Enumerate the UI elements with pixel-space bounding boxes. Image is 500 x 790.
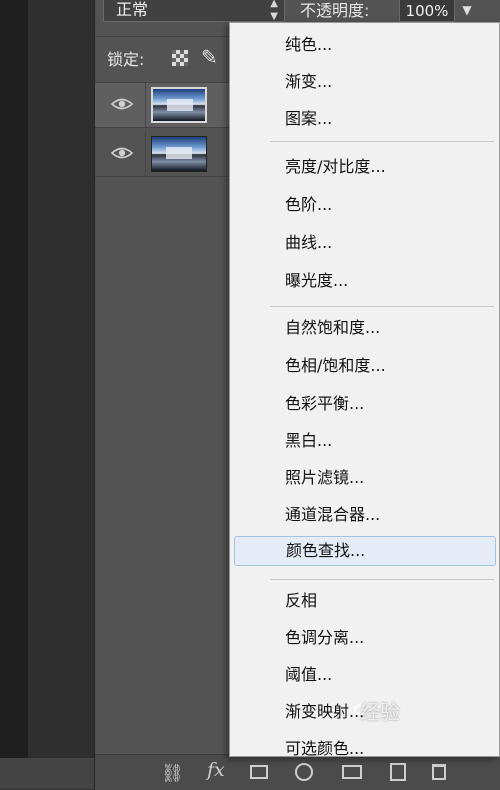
layer-thumbnail[interactable] xyxy=(151,87,207,123)
menu-item-solid-color[interactable]: 纯色... xyxy=(230,30,499,60)
trash-icon[interactable] xyxy=(432,764,446,780)
adjustment-menu: 纯色... 渐变... 图案... 亮度/对比度... 色阶... 曲线... … xyxy=(229,22,500,758)
menu-item-vibrance[interactable]: 自然饱和度... xyxy=(230,313,499,343)
opacity-label: 不透明度: xyxy=(300,1,370,20)
adjustment-layer-icon[interactable] xyxy=(295,763,313,781)
menu-item-photo-filter[interactable]: 照片滤镜... xyxy=(230,463,499,493)
add-mask-icon[interactable] xyxy=(250,765,268,779)
new-group-icon[interactable] xyxy=(342,765,362,779)
menu-item-pattern[interactable]: 图案... xyxy=(230,104,499,134)
menu-item-channel-mixer[interactable]: 通道混合器... xyxy=(230,500,499,530)
opacity-input[interactable]: 100% xyxy=(399,0,455,22)
eye-icon[interactable] xyxy=(111,95,133,113)
menu-item-black-white[interactable]: 黑白... xyxy=(230,426,499,456)
blend-mode-select[interactable]: 正常 ▲ ▼ xyxy=(103,0,285,22)
link-layers-icon[interactable]: ⛓ xyxy=(161,763,184,784)
menu-divider xyxy=(270,306,494,307)
layer-separator xyxy=(145,132,146,176)
lock-image-pixels-icon[interactable]: ✎ xyxy=(201,45,218,69)
menu-item-levels[interactable]: 色阶... xyxy=(230,190,499,220)
menu-item-color-balance[interactable]: 色彩平衡... xyxy=(230,389,499,419)
lock-label: 锁定: xyxy=(107,50,145,69)
left-dock-panel xyxy=(28,0,95,789)
menu-divider xyxy=(270,579,494,580)
eye-icon[interactable] xyxy=(111,144,133,162)
new-layer-icon[interactable] xyxy=(390,763,406,781)
menu-item-invert[interactable]: 反相 xyxy=(230,586,499,616)
watermark: 经验 xyxy=(360,700,400,724)
menu-item-posterize[interactable]: 色调分离... xyxy=(230,623,499,653)
menu-divider xyxy=(270,141,494,142)
menu-item-brightness-contrast[interactable]: 亮度/对比度... xyxy=(230,152,499,182)
menu-item-exposure[interactable]: 曝光度... xyxy=(230,266,499,296)
layer-separator xyxy=(145,83,146,127)
left-dock-bottom xyxy=(0,758,94,789)
menu-item-curves[interactable]: 曲线... xyxy=(230,228,499,258)
menu-item-hue-saturation[interactable]: 色相/饱和度... xyxy=(230,351,499,381)
fx-icon[interactable]: fx xyxy=(207,759,225,781)
menu-item-gradient[interactable]: 渐变... xyxy=(230,67,499,97)
lock-transparent-pixels-icon[interactable] xyxy=(172,50,188,66)
blend-mode-value: 正常 xyxy=(116,0,149,19)
left-edge-panel xyxy=(0,0,28,789)
layer-thumbnail[interactable] xyxy=(151,136,207,172)
menu-item-threshold[interactable]: 阈值... xyxy=(230,660,499,690)
opacity-dropdown-icon[interactable]: ▼ xyxy=(457,0,477,22)
menu-item-color-lookup[interactable]: 颜色查找... xyxy=(234,536,496,566)
select-arrows-icon: ▲ ▼ xyxy=(270,0,278,22)
menu-item-selective-color[interactable]: 可选颜色... xyxy=(230,734,499,764)
